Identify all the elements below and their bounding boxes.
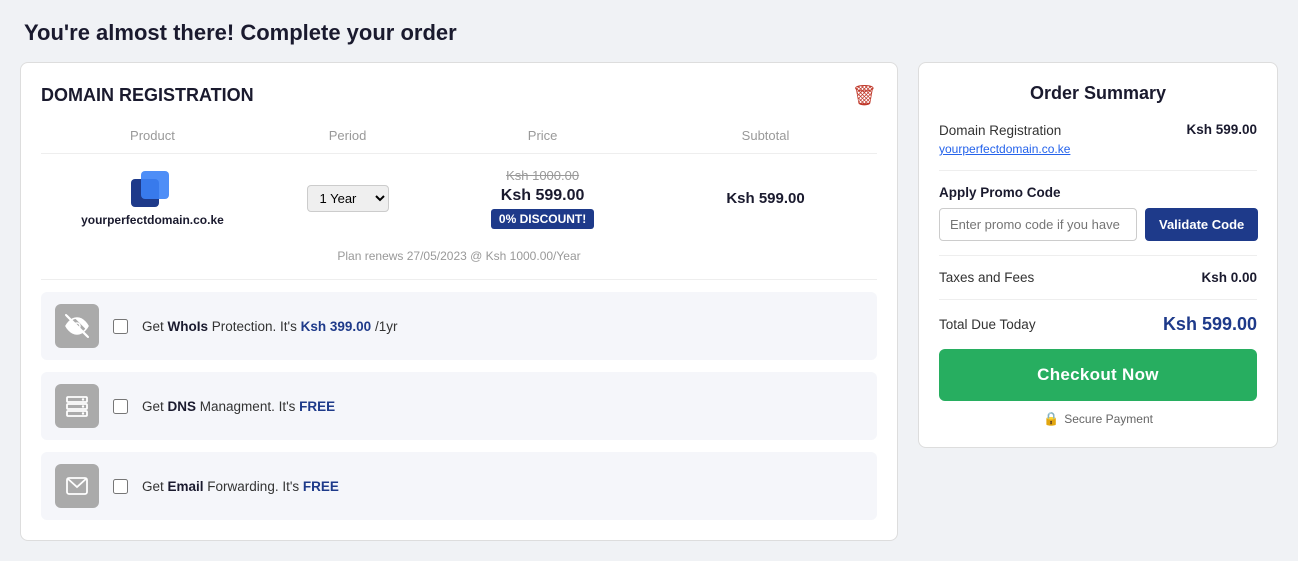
secure-label: Secure Payment [1064,412,1153,426]
domain-icon [131,171,173,207]
main-layout: DOMAIN REGISTRATION 🗑 Product Period Pri… [20,62,1278,541]
whois-checkbox[interactable] [113,319,128,334]
subtotal-price: Ksh 599.00 [726,190,804,207]
product-row: yourperfectdomain.co.ke 1 Year 2 Years 3… [41,154,877,243]
promo-label: Apply Promo Code [939,185,1257,200]
email-icon [65,474,89,498]
order-summary-title: Order Summary [939,83,1257,104]
divider-3 [939,299,1257,300]
checkout-btn[interactable]: Checkout Now [939,349,1257,401]
eye-slash-icon [65,314,89,338]
left-panel: DOMAIN REGISTRATION 🗑 Product Period Pri… [20,62,898,541]
dns-text: Get DNS Managment. It's FREE [142,399,335,414]
renew-notice: Plan renews 27/05/2023 @ Ksh 1000.00/Yea… [41,243,877,280]
domain-reg-label: Domain Registration [939,123,1061,138]
subtotal-cell: Ksh 599.00 [654,190,877,207]
table-header: Product Period Price Subtotal [41,124,877,154]
right-panel: Order Summary Domain Registration yourpe… [918,62,1278,448]
total-label: Total Due Today [939,317,1036,332]
current-price: Ksh 599.00 [501,187,585,205]
taxes-label: Taxes and Fees [939,270,1034,285]
domain-reg-header: DOMAIN REGISTRATION 🗑 [41,83,877,108]
col-period: Period [264,128,431,143]
period-select[interactable]: 1 Year 2 Years 3 Years [307,185,389,212]
period-cell: 1 Year 2 Years 3 Years [264,185,431,212]
email-checkbox[interactable] [113,479,128,494]
divider-1 [939,170,1257,171]
domain-reg-title: DOMAIN REGISTRATION [41,85,254,106]
promo-input[interactable] [939,208,1137,241]
col-subtotal: Subtotal [654,128,877,143]
domain-reg-price: Ksh 599.00 [1186,122,1257,137]
delete-icon[interactable]: 🗑 [852,83,877,108]
whois-text: Get WhoIs Protection. It's Ksh 399.00 /1… [142,319,397,334]
addon-row-email: Get Email Forwarding. It's FREE [41,452,877,520]
dns-icon [65,394,89,418]
col-product: Product [41,128,264,143]
dns-checkbox[interactable] [113,399,128,414]
total-line: Total Due Today Ksh 599.00 [939,314,1257,335]
total-value: Ksh 599.00 [1163,314,1257,335]
taxes-line: Taxes and Fees Ksh 0.00 [939,270,1257,285]
summary-domain-line: Domain Registration yourperfectdomain.co… [939,122,1257,156]
validate-btn[interactable]: Validate Code [1145,208,1258,241]
lock-icon: 🔒 [1043,411,1059,427]
email-icon-box [55,464,99,508]
taxes-value: Ksh 0.00 [1201,270,1257,285]
email-text: Get Email Forwarding. It's FREE [142,479,339,494]
dns-icon-box [55,384,99,428]
product-cell: yourperfectdomain.co.ke [41,171,264,227]
domain-link[interactable]: yourperfectdomain.co.ke [939,142,1070,156]
price-cell: Ksh 1000.00 Ksh 599.00 0% DISCOUNT! [431,168,654,229]
col-price: Price [431,128,654,143]
addon-row-dns: Get DNS Managment. It's FREE [41,372,877,440]
original-price: Ksh 1000.00 [506,168,579,183]
divider-2 [939,255,1257,256]
domain-name: yourperfectdomain.co.ke [81,213,224,227]
whois-icon-box [55,304,99,348]
page-title: You're almost there! Complete your order [20,20,1278,46]
promo-row: Validate Code [939,208,1257,241]
secure-payment: 🔒 Secure Payment [939,411,1257,427]
discount-badge: 0% DISCOUNT! [491,209,594,229]
addon-row-whois: Get WhoIs Protection. It's Ksh 399.00 /1… [41,292,877,360]
